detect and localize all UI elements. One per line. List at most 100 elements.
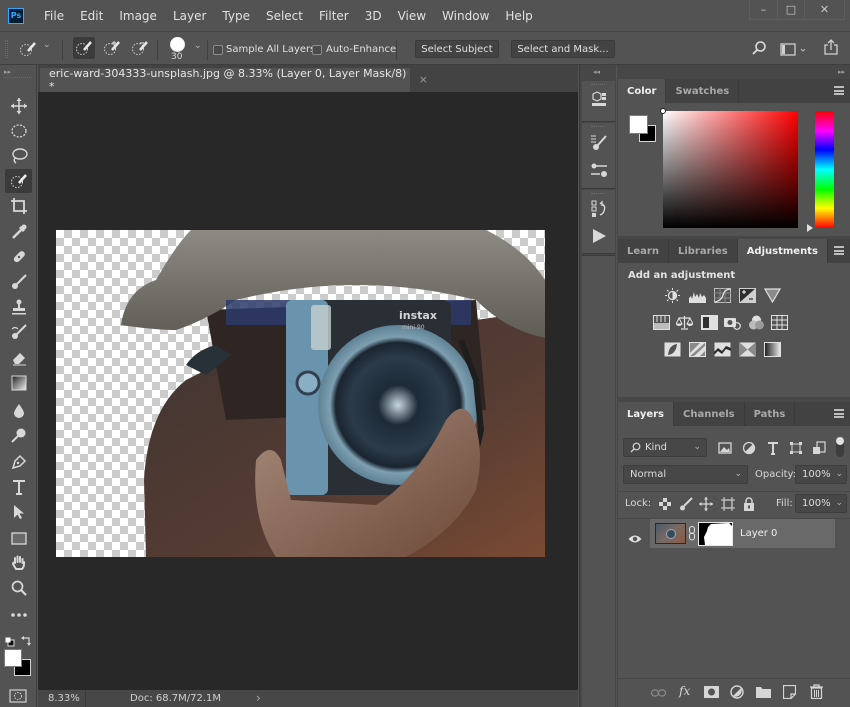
sample-all-layers-checkbox[interactable]: [213, 45, 223, 55]
clone-stamp-tool[interactable]: [5, 295, 32, 319]
swap-colors-button[interactable]: [21, 631, 32, 650]
add-mask-icon[interactable]: [704, 686, 719, 698]
search-button[interactable]: [751, 40, 767, 60]
layers-panel-menu-icon[interactable]: [834, 409, 844, 418]
tab-libraries[interactable]: Libraries: [669, 239, 738, 263]
brush-picker-chevron-icon[interactable]: ⌄: [194, 41, 202, 51]
menu-select[interactable]: Select: [266, 9, 303, 23]
levels-icon[interactable]: [689, 288, 706, 303]
exposure-icon[interactable]: [739, 288, 756, 303]
menu-type[interactable]: Type: [222, 9, 250, 23]
close-tab-icon[interactable]: ×: [419, 73, 428, 86]
tab-channels[interactable]: Channels: [674, 402, 745, 426]
menu-view[interactable]: View: [398, 9, 426, 23]
tab-swatches[interactable]: Swatches: [666, 79, 740, 103]
healing-brush-tool[interactable]: [5, 245, 32, 269]
document-canvas[interactable]: instax mini 90: [56, 230, 545, 557]
tab-color[interactable]: Color: [618, 79, 667, 103]
3d-panel-button[interactable]: [590, 91, 608, 109]
rectangle-tool[interactable]: [5, 526, 32, 550]
crop-tool[interactable]: [5, 194, 32, 218]
toolbar-grip[interactable]: [4, 77, 32, 79]
filter-shape-layers-icon[interactable]: [789, 441, 803, 455]
hue-slider-handle[interactable]: [807, 224, 813, 232]
path-selection-tool[interactable]: [5, 500, 32, 524]
share-button[interactable]: [823, 39, 839, 60]
layer-mask-thumbnail[interactable]: [698, 522, 733, 546]
lock-position-icon[interactable]: [699, 497, 713, 511]
layer-filter-toggle[interactable]: [836, 437, 844, 457]
move-tool[interactable]: [5, 94, 32, 118]
curves-icon[interactable]: [714, 288, 731, 303]
lock-image-pixels-icon[interactable]: [679, 497, 693, 511]
actions-panel-button[interactable]: [590, 227, 608, 245]
workspace-switcher[interactable]: [780, 42, 810, 61]
layer-thumbnail[interactable]: [655, 523, 686, 544]
fx-icon[interactable]: fx: [679, 684, 690, 698]
color-field[interactable]: [663, 111, 798, 228]
type-tool[interactable]: [5, 475, 32, 499]
brushes-button[interactable]: [590, 161, 608, 179]
fill-chevron-icon[interactable]: ⌄: [835, 498, 843, 508]
new-group-folder-icon[interactable]: [756, 686, 771, 698]
subtract-from-selection-button[interactable]: [129, 37, 151, 59]
menu-3d[interactable]: 3D: [365, 9, 382, 23]
color-lookup-icon[interactable]: [771, 315, 788, 330]
adjustments-panel-menu-icon[interactable]: [834, 246, 844, 255]
brush-picker-icon[interactable]: [170, 37, 185, 52]
threshold-icon[interactable]: [714, 342, 731, 357]
blur-tool[interactable]: [5, 399, 32, 423]
layer-filter-kind-select[interactable]: Kind ⌄: [623, 438, 707, 457]
eraser-tool[interactable]: [5, 346, 32, 370]
new-layer-icon[interactable]: [783, 685, 796, 699]
hand-tool[interactable]: [5, 551, 32, 575]
select-subject-button[interactable]: Select Subject: [415, 40, 499, 58]
brush-settings-button[interactable]: [590, 133, 608, 151]
hue-slider[interactable]: [815, 111, 834, 228]
filter-type-layers-icon[interactable]: [766, 441, 780, 455]
close-button[interactable]: ✕: [804, 0, 844, 19]
lock-all-icon[interactable]: [742, 497, 756, 511]
status-menu-arrow-icon[interactable]: ›: [256, 691, 261, 705]
new-selection-button[interactable]: [73, 37, 95, 59]
eyedropper-tool[interactable]: [5, 220, 32, 244]
mask-link-icon[interactable]: [688, 526, 696, 541]
selective-color-icon[interactable]: [739, 342, 756, 357]
menu-filter[interactable]: Filter: [319, 9, 349, 23]
zoom-level[interactable]: 8.33%: [48, 693, 80, 704]
gradient-tool[interactable]: [5, 371, 32, 395]
zoom-tool[interactable]: [5, 576, 32, 600]
channel-mixer-icon[interactable]: [748, 315, 765, 330]
select-and-mask-button[interactable]: Select and Mask...: [511, 40, 615, 58]
invert-icon[interactable]: [664, 342, 681, 357]
collapse-dock-icon[interactable]: ◂◂: [593, 68, 600, 76]
blend-mode-select[interactable]: Normal ⌄: [623, 465, 748, 484]
chevron-down-icon[interactable]: ⌄: [43, 40, 51, 50]
lasso-tool[interactable]: [5, 144, 32, 168]
posterize-icon[interactable]: [689, 342, 706, 357]
menu-edit[interactable]: Edit: [80, 9, 103, 23]
tab-learn[interactable]: Learn: [618, 239, 669, 263]
gradient-map-icon[interactable]: [764, 342, 781, 357]
layer-name[interactable]: Layer 0: [740, 528, 777, 539]
lock-transparent-pixels-icon[interactable]: [658, 497, 672, 511]
menu-window[interactable]: Window: [442, 9, 489, 23]
auto-enhance-checkbox[interactable]: [312, 45, 322, 55]
filter-smart-objects-icon[interactable]: [812, 441, 826, 455]
brush-tool[interactable]: [5, 270, 32, 294]
tool-preset-picker[interactable]: [17, 38, 39, 60]
minimize-button[interactable]: –: [750, 0, 777, 19]
opacity-input[interactable]: 100% ⌄: [795, 465, 847, 484]
menu-image[interactable]: Image: [119, 9, 157, 23]
photo-filter-icon[interactable]: [724, 315, 741, 330]
menu-file[interactable]: File: [44, 9, 64, 23]
dodge-tool[interactable]: [5, 424, 32, 448]
delete-layer-trash-icon[interactable]: [810, 684, 823, 699]
history-panel-button[interactable]: [590, 200, 608, 218]
fill-input[interactable]: 100% ⌄: [795, 494, 847, 513]
maximize-button[interactable]: □: [777, 0, 804, 19]
link-layers-icon[interactable]: [651, 689, 666, 698]
expand-panels-icon[interactable]: ▸▸: [838, 68, 845, 76]
adjustment-layer-icon[interactable]: [730, 685, 744, 699]
menu-layer[interactable]: Layer: [173, 9, 206, 23]
